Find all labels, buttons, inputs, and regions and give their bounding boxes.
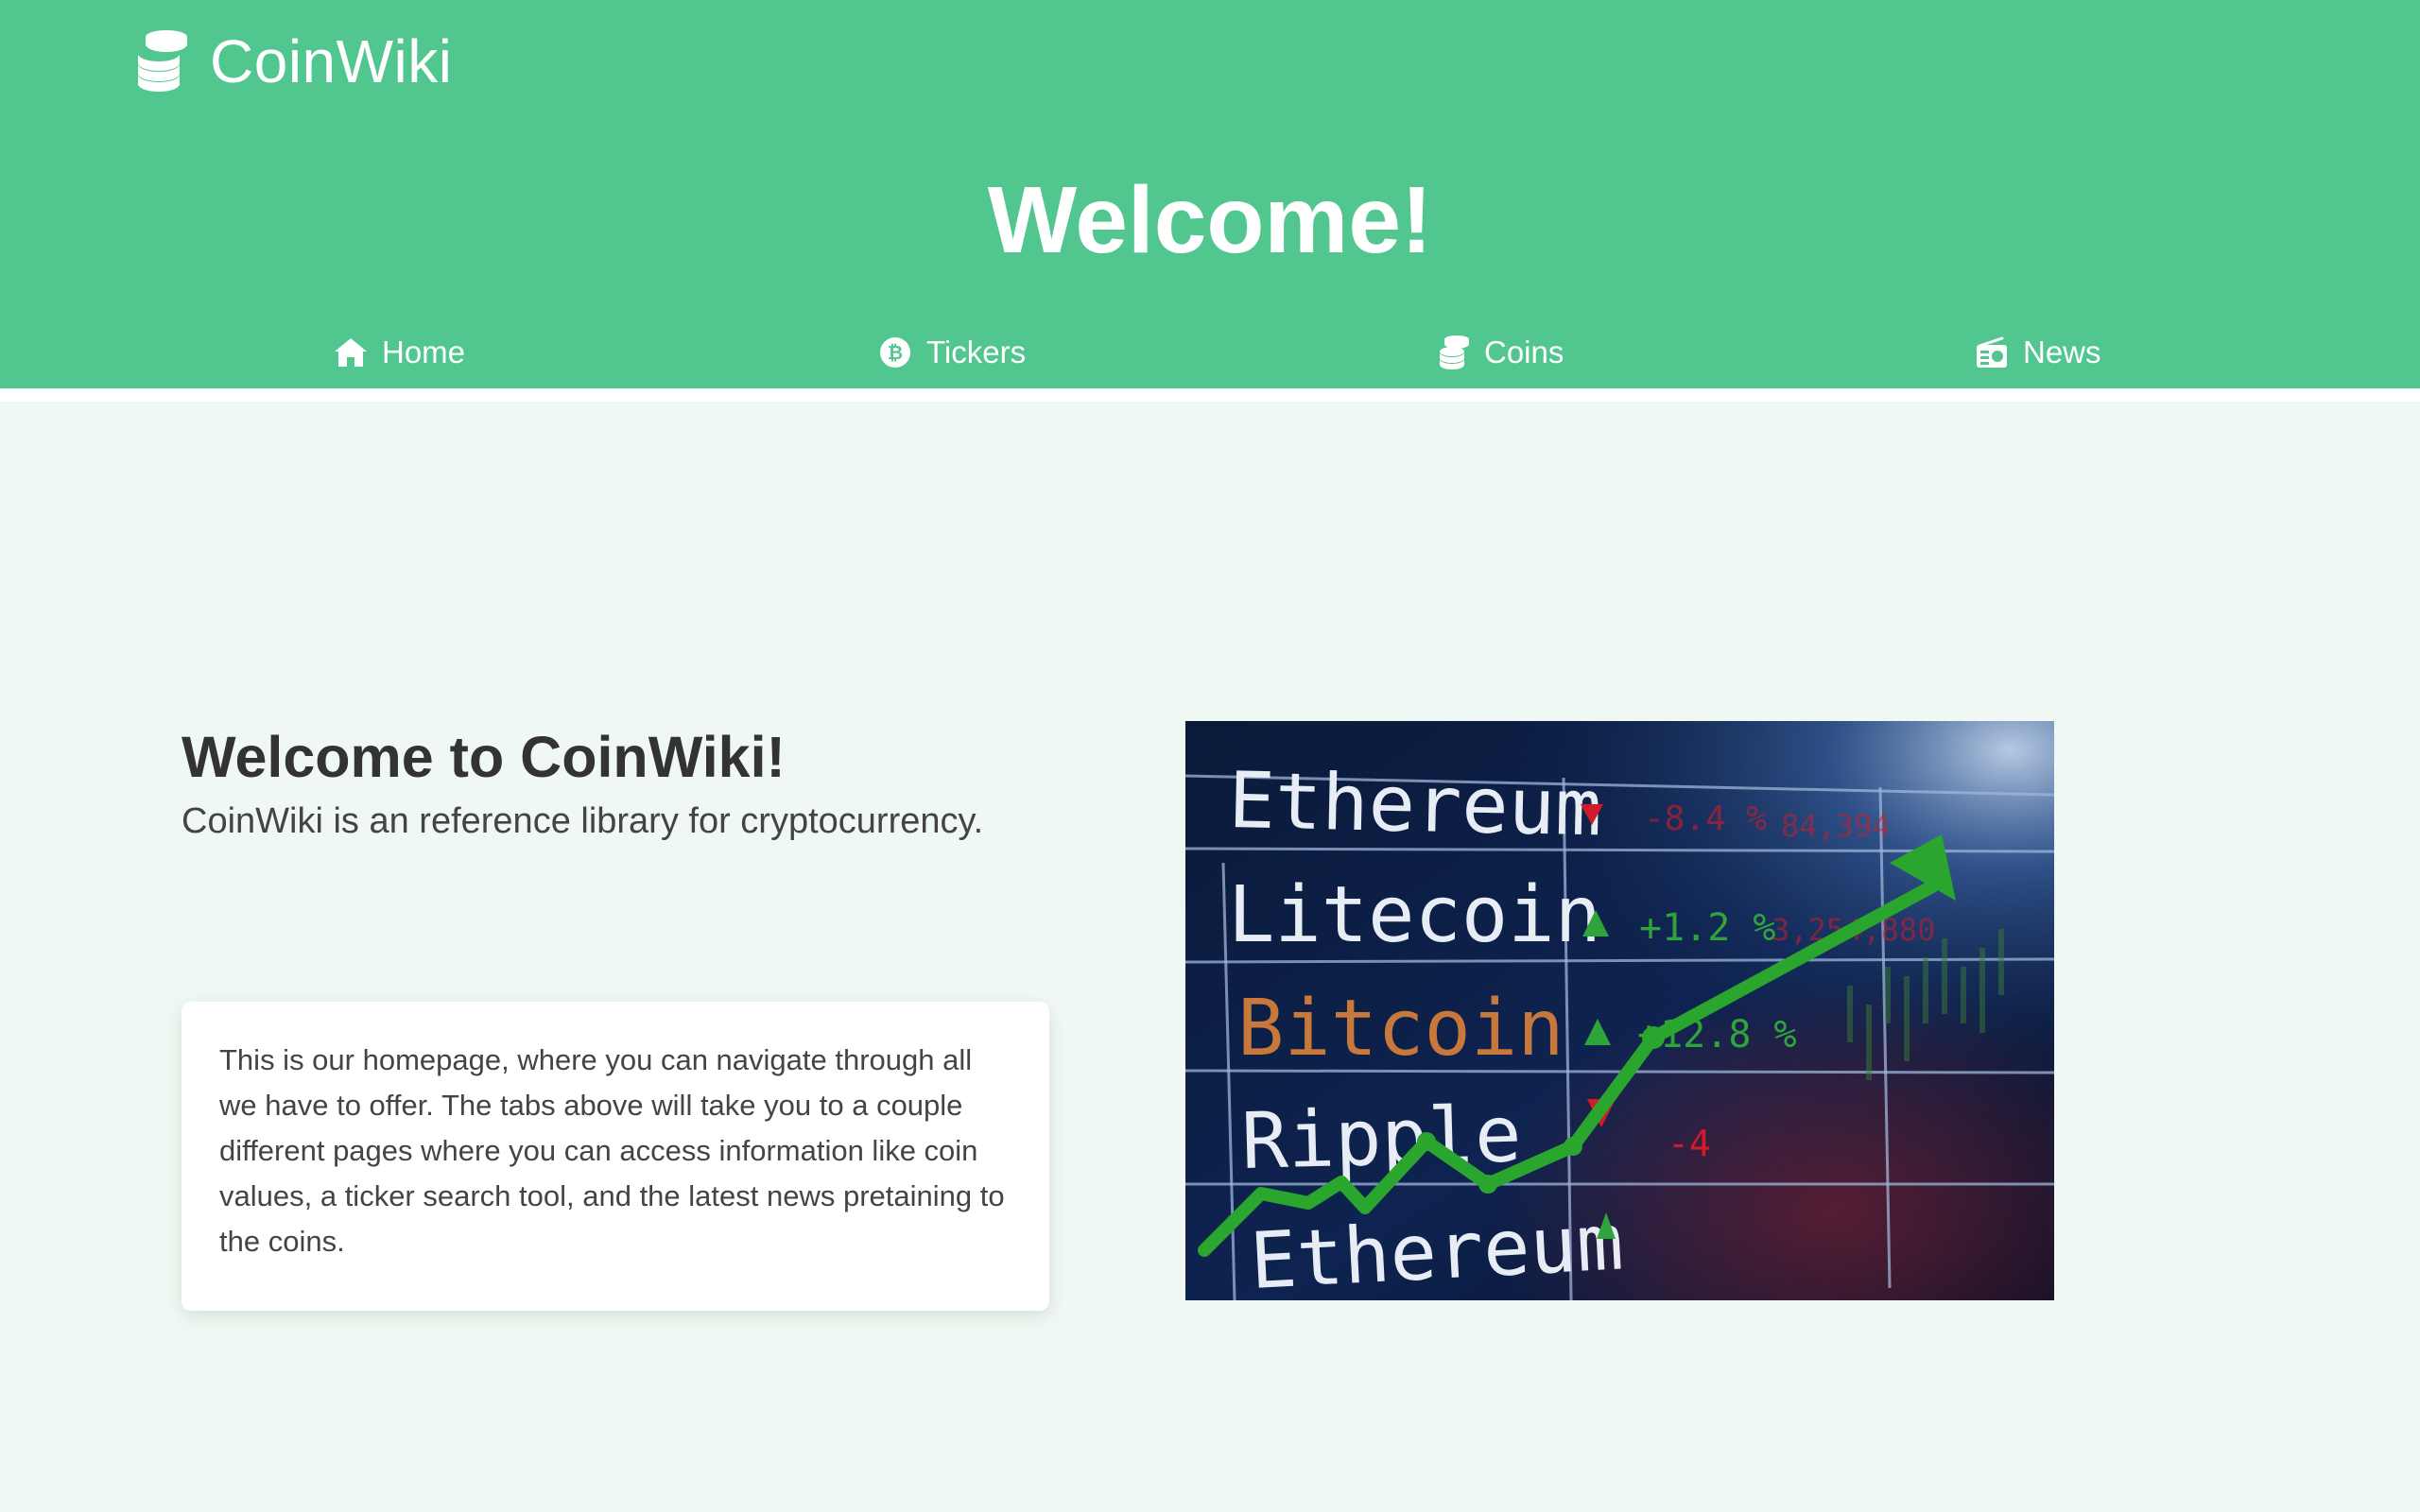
board-row-change: +1.2 %	[1639, 906, 1776, 950]
bitcoin-icon: ₿	[880, 337, 910, 368]
nav-item-news[interactable]: News	[1974, 321, 2101, 384]
main-nav: Home ₿ Tickers Coins News	[0, 321, 2420, 384]
nav-item-tickers[interactable]: ₿ Tickers	[877, 321, 1026, 384]
coins-icon	[1440, 335, 1469, 369]
nav-label-tickers: Tickers	[926, 335, 1027, 369]
intro-heading: Welcome to CoinWiki!	[182, 725, 786, 789]
nav-item-coins[interactable]: Coins	[1435, 321, 1564, 384]
page-title: Welcome!	[987, 167, 1433, 273]
brand-name: CoinWiki	[210, 27, 453, 95]
board-row-volume: 84,394	[1781, 808, 1891, 844]
board-row-coin-name: Ethereum	[1228, 756, 1603, 853]
board-row-coin-name: Bitcoin	[1237, 984, 1564, 1074]
nav-label-home: Home	[382, 335, 466, 369]
intro-card: This is our homepage, where you can navi…	[182, 1002, 1049, 1311]
nav-item-home[interactable]: Home	[333, 321, 465, 384]
board-row-change: -8.4 %	[1644, 799, 1767, 838]
brand-logo-link[interactable]: CoinWiki	[127, 26, 452, 96]
radio-icon	[1977, 336, 2007, 368]
home-icon	[335, 338, 367, 367]
svg-text:₿: ₿	[888, 341, 903, 364]
board-row-coin-name: Litecoin	[1228, 870, 1601, 960]
hero-image-crypto-board: Ethereum Litecoin Bitcoin Ripple Ethereu…	[1185, 721, 2054, 1300]
coins-icon	[138, 30, 187, 92]
intro-card-text: This is our homepage, where you can navi…	[219, 1043, 1005, 1258]
nav-label-news: News	[2023, 335, 2101, 369]
nav-label-coins: Coins	[1484, 335, 1564, 369]
board-row-change: -4	[1668, 1123, 1711, 1164]
header: CoinWiki Welcome! Home ₿ Tickers Coins N…	[0, 0, 2420, 388]
intro-subheading: CoinWiki is an reference library for cry…	[182, 801, 984, 841]
header-divider	[0, 388, 2420, 402]
